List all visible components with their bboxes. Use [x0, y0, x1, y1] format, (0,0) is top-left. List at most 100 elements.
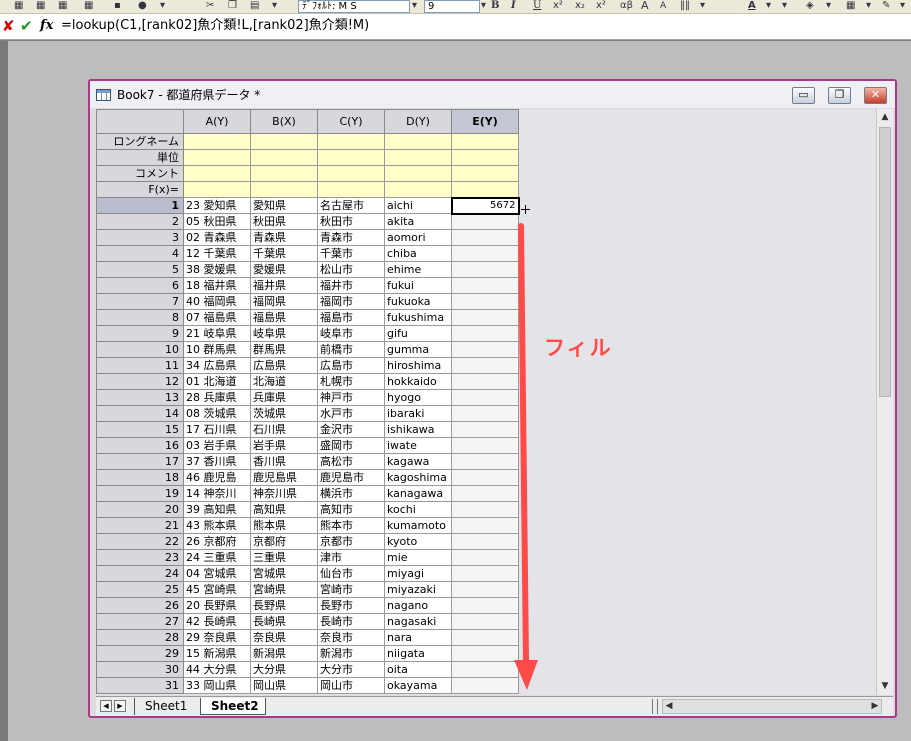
- row-header[interactable]: 26: [96, 597, 184, 614]
- shrink-font-button[interactable]: A: [660, 0, 666, 12]
- tab-sheet1[interactable]: Sheet1: [134, 698, 193, 715]
- table-cell[interactable]: 前橋市: [317, 341, 385, 358]
- row-header[interactable]: 17: [96, 453, 184, 470]
- table-cell[interactable]: 岐阜市: [317, 325, 385, 342]
- table-cell[interactable]: 26 京都府: [183, 533, 251, 550]
- table-cell[interactable]: 愛媛県: [250, 261, 318, 278]
- row-header[interactable]: 30: [96, 661, 184, 678]
- table-cell[interactable]: 熊本県: [250, 517, 318, 534]
- row-header[interactable]: 27: [96, 613, 184, 630]
- table-cell[interactable]: 岐阜県: [250, 325, 318, 342]
- scroll-thumb[interactable]: [879, 127, 891, 397]
- row-header[interactable]: 22: [96, 533, 184, 550]
- add-column-icon[interactable]: ▪: [114, 0, 121, 12]
- table-cell[interactable]: [451, 389, 519, 406]
- table-cell[interactable]: 福岡市: [317, 293, 385, 310]
- table-cell[interactable]: mie: [384, 549, 452, 566]
- table-cell[interactable]: kyoto: [384, 533, 452, 550]
- meta-cell[interactable]: [384, 165, 452, 182]
- chevron-down-icon[interactable]: ▾: [766, 0, 771, 12]
- table-cell[interactable]: [451, 373, 519, 390]
- table-cell[interactable]: 40 福岡県: [183, 293, 251, 310]
- table-cell[interactable]: hokkaido: [384, 373, 452, 390]
- table-cell[interactable]: [451, 229, 519, 246]
- paste-icon[interactable]: ▤: [250, 0, 259, 12]
- table-cell[interactable]: miyagi: [384, 565, 452, 582]
- meta-cell[interactable]: [317, 165, 385, 182]
- table-cell[interactable]: kagoshima: [384, 469, 452, 486]
- row-header[interactable]: 25: [96, 581, 184, 598]
- table-cell[interactable]: 21 岐阜県: [183, 325, 251, 342]
- table-cell[interactable]: 08 茨城県: [183, 405, 251, 422]
- table-cell[interactable]: [451, 421, 519, 438]
- table-cell[interactable]: [451, 677, 519, 694]
- row-header[interactable]: 2: [96, 213, 184, 230]
- check-icon[interactable]: ✔: [20, 18, 33, 34]
- table-cell[interactable]: [451, 309, 519, 326]
- meta-cell[interactable]: [317, 133, 385, 150]
- row-header[interactable]: 1: [96, 197, 184, 214]
- bold-button[interactable]: B: [491, 0, 499, 12]
- meta-cell[interactable]: [183, 165, 251, 182]
- row-header[interactable]: 4: [96, 245, 184, 262]
- table-cell[interactable]: 05 秋田県: [183, 213, 251, 230]
- table-cell[interactable]: 京都府: [250, 533, 318, 550]
- table-cell[interactable]: 金沢市: [317, 421, 385, 438]
- restore-button[interactable]: ❐: [828, 87, 851, 104]
- table-cell[interactable]: 29 奈良県: [183, 629, 251, 646]
- table-cell[interactable]: fukuoka: [384, 293, 452, 310]
- table-cell[interactable]: 名古屋市: [317, 197, 385, 214]
- meta-cell[interactable]: [384, 133, 452, 150]
- table-cell[interactable]: 07 福島県: [183, 309, 251, 326]
- chevron-down-icon[interactable]: ▾: [900, 0, 905, 12]
- font-color-button[interactable]: A: [748, 0, 756, 12]
- row-header[interactable]: 5: [96, 261, 184, 278]
- table-cell[interactable]: 奈良市: [317, 629, 385, 646]
- meta-cell[interactable]: [250, 181, 318, 198]
- table-cell[interactable]: 43 熊本県: [183, 517, 251, 534]
- meta-cell[interactable]: [250, 149, 318, 166]
- row-header[interactable]: 11: [96, 357, 184, 374]
- table-cell[interactable]: 仙台市: [317, 565, 385, 582]
- table-cell[interactable]: [451, 661, 519, 678]
- table-cell[interactable]: 24 三重県: [183, 549, 251, 566]
- table-cell[interactable]: 群馬県: [250, 341, 318, 358]
- table-cell[interactable]: 45 宮崎県: [183, 581, 251, 598]
- meta-cell[interactable]: [183, 181, 251, 198]
- table-cell[interactable]: 広島市: [317, 357, 385, 374]
- table-cell[interactable]: [451, 213, 519, 230]
- table-cell[interactable]: 京都市: [317, 533, 385, 550]
- table-cell[interactable]: 福井県: [250, 277, 318, 294]
- scroll-right-icon[interactable]: ▶: [869, 700, 881, 713]
- table-cell[interactable]: 03 岩手県: [183, 437, 251, 454]
- row-header[interactable]: 15: [96, 421, 184, 438]
- table-cell[interactable]: oita: [384, 661, 452, 678]
- table-cell[interactable]: [451, 597, 519, 614]
- table-cell[interactable]: 三重県: [250, 549, 318, 566]
- new-matrix-icon[interactable]: ▦: [36, 0, 45, 12]
- table-cell[interactable]: okayama: [384, 677, 452, 694]
- table-cell[interactable]: 01 北海道: [183, 373, 251, 390]
- table-cell[interactable]: 宮崎県: [250, 581, 318, 598]
- row-header[interactable]: 14: [96, 405, 184, 422]
- table-cell[interactable]: 44 大分県: [183, 661, 251, 678]
- table-cell[interactable]: 津市: [317, 549, 385, 566]
- table-cell[interactable]: 宮城県: [250, 565, 318, 582]
- table-cell[interactable]: 長野市: [317, 597, 385, 614]
- meta-cell[interactable]: [384, 149, 452, 166]
- row-header[interactable]: 6: [96, 277, 184, 294]
- table-cell[interactable]: 34 広島県: [183, 357, 251, 374]
- column-header[interactable]: E(Y): [451, 109, 519, 134]
- chevron-down-icon[interactable]: ▾: [782, 0, 787, 12]
- table-cell[interactable]: kagawa: [384, 453, 452, 470]
- table-cell[interactable]: [451, 453, 519, 470]
- table-cell[interactable]: kumamoto: [384, 517, 452, 534]
- table-cell[interactable]: 33 岡山県: [183, 677, 251, 694]
- table-cell[interactable]: 千葉県: [250, 245, 318, 262]
- minimize-button[interactable]: ▭: [792, 87, 815, 104]
- table-cell[interactable]: 38 愛媛県: [183, 261, 251, 278]
- table-cell[interactable]: 高知市: [317, 501, 385, 518]
- table-cell[interactable]: 岡山県: [250, 677, 318, 694]
- meta-cell[interactable]: [250, 133, 318, 150]
- corner-cell[interactable]: [96, 109, 184, 134]
